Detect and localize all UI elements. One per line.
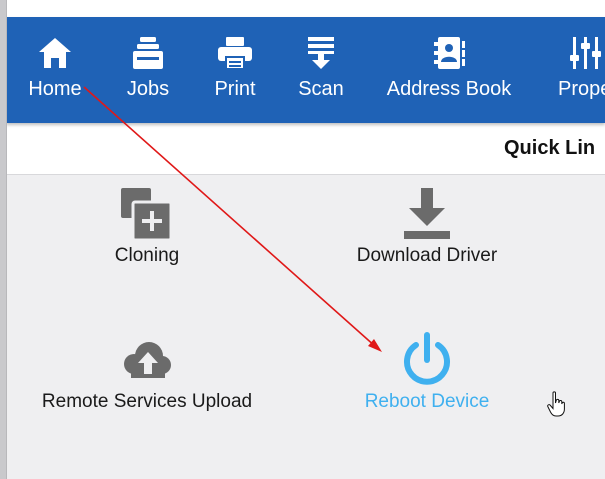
jobs-icon [133,37,163,69]
scan-icon [308,37,334,69]
tile-download-driver[interactable]: Download Driver [342,186,512,276]
tile-reboot-device[interactable]: Reboot Device [350,330,504,424]
nav-item-scan[interactable]: Scan [288,17,354,123]
nav-item-home[interactable]: Home [19,17,91,123]
nav-item-jobs[interactable]: Jobs [113,17,183,123]
nav-item-print[interactable]: Print [202,17,268,123]
tile-cloning[interactable]: Cloning [88,186,206,276]
quick-links-header: Quick Lin [6,123,605,175]
window-left-edge [0,0,7,479]
nav-item-properties[interactable]: Prope [550,17,605,123]
main-nav-bar: Home Jobs Print Scan Address Book Prop [6,17,605,123]
nav-item-label: Jobs [126,78,170,100]
nav-item-address-book[interactable]: Address Book [382,17,516,123]
home-icon [39,38,71,68]
tile-label: Cloning [114,245,180,266]
top-strip [6,0,605,17]
address-book-icon [434,37,465,69]
nav-item-label: Prope [558,78,605,100]
nav-item-label: Print [214,78,256,100]
tile-remote-services-upload[interactable]: Remote Services Upload [28,338,266,424]
tile-label: Reboot Device [364,391,490,412]
nav-item-label: Scan [298,78,344,100]
cloud-upload-icon [124,342,171,378]
nav-item-label: Address Book [386,78,512,100]
hand-pointer-cursor-icon [547,391,565,417]
tile-label: Download Driver [356,245,498,266]
power-icon [404,332,450,385]
tile-label: Remote Services Upload [41,391,253,412]
printer-icon [218,37,252,70]
download-icon [404,188,450,239]
nav-item-label: Home [28,78,82,100]
page-title: Quick Lin [504,137,596,159]
properties-icon [570,37,601,69]
cloning-icon [121,188,173,242]
